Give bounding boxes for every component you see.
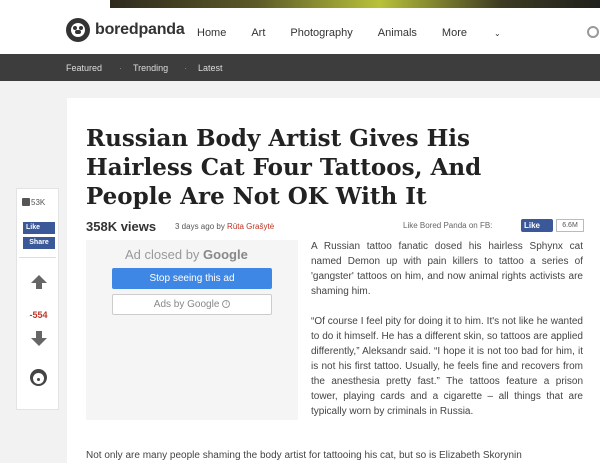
subnav-separator: · [184,63,187,73]
share-button[interactable]: Share [23,237,55,249]
downvote-arrow-icon[interactable] [31,331,47,346]
site-logo[interactable]: boredpanda [66,18,185,42]
article-meta: 358K views 3 days ago by Rūta Grašytė Li… [86,219,586,235]
panda-logo-icon [66,18,90,42]
fb-prompt: Like Bored Panda on FB: [403,221,493,230]
subnav-item-latest[interactable]: Latest [198,63,223,73]
top-banner [0,0,600,10]
post-info: 3 days ago by Rūta Grašytė [175,222,275,231]
main-nav: Home Art Photography Animals More ⌄ [197,27,551,39]
nav-item-animals[interactable]: Animals [378,27,417,39]
nav-item-art[interactable]: Art [251,27,265,39]
like-count: 53K [22,198,45,207]
fb-like-count: 6.6M [556,219,584,232]
panda-icon[interactable] [30,369,47,386]
article-paragraph: Not only are many people shaming the bod… [86,450,522,461]
nav-item-more[interactable]: More ⌄ [442,27,526,39]
subnav-item-trending[interactable]: Trending [133,63,168,73]
nav-item-home[interactable]: Home [197,27,226,39]
sidebar-fb-like-button[interactable]: Like [23,222,55,234]
ad-closed-label: Ad closed by Google [125,247,248,262]
chevron-down-icon: ⌄ [493,29,501,38]
site-header: boredpanda Home Art Photography Animals … [0,10,600,54]
ads-by-google-button[interactable]: Ads by Google i [112,294,272,315]
subnav-item-featured[interactable]: Featured [66,63,102,73]
stop-seeing-ad-button[interactable]: Stop seeing this ad [112,268,272,289]
nav-item-photography[interactable]: Photography [290,27,352,39]
ad-box: Ad closed by Google Stop seeing this ad … [86,240,298,420]
article-paragraph: A Russian tattoo fanatic dosed his hairl… [311,241,583,297]
share-sidebar: 53K Like Share -554 [16,188,59,410]
fb-like-button[interactable]: Like [521,219,553,232]
vote-score: -554 [29,310,48,320]
site-name: boredpanda [95,21,185,38]
sub-nav: Featured · Trending · Latest [0,54,600,81]
author-link[interactable]: Rūta Grašytė [227,222,274,231]
upvote-arrow-icon[interactable] [31,275,47,289]
subnav-separator: · [119,63,122,73]
article-title: Russian Body Artist Gives His Hairless C… [86,125,482,210]
divider [19,257,56,258]
banner-image[interactable] [110,0,600,8]
search-icon[interactable] [587,26,599,38]
article-paragraph: “Of course I feel pity for doing it to h… [311,316,583,417]
view-count: 358K views [86,219,157,234]
info-icon: i [222,300,231,309]
thumbs-up-icon [22,198,30,206]
